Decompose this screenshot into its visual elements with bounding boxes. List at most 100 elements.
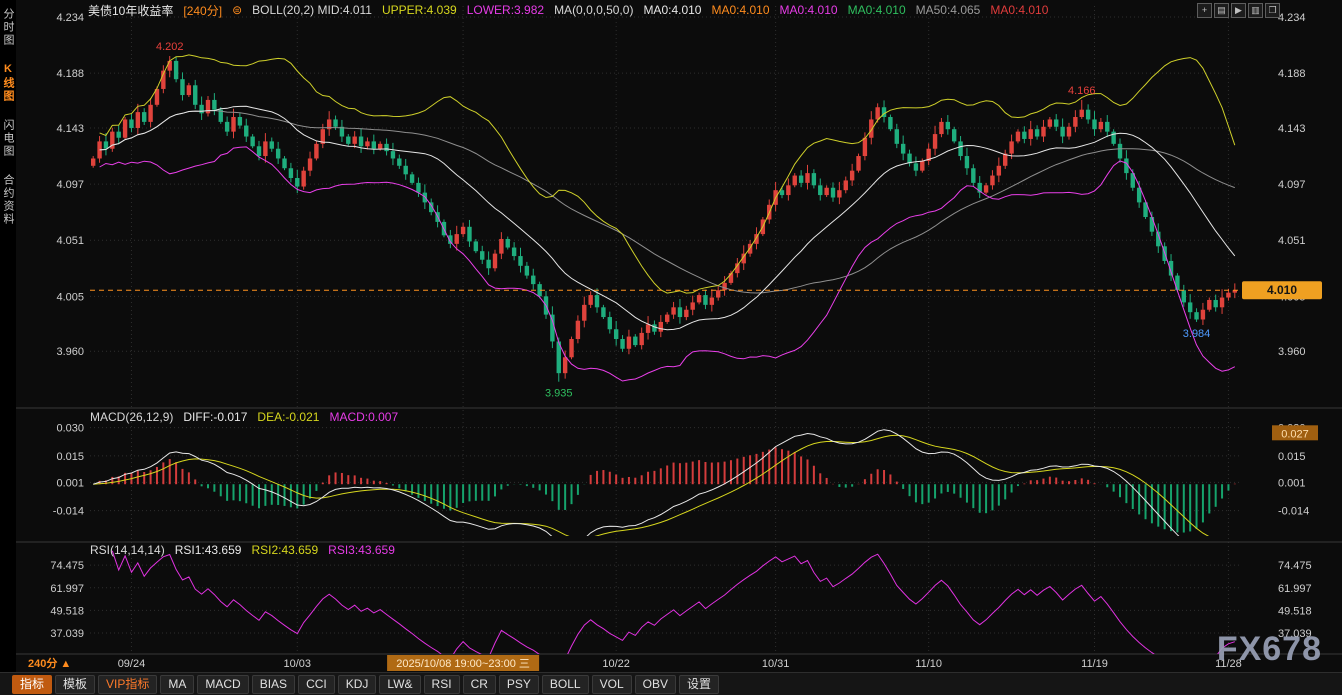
indicator-line: [100, 55, 1235, 293]
chart-text: 4.097: [56, 179, 84, 191]
indicator-line: [100, 111, 1235, 293]
toolbar-tab-1[interactable]: 模板: [55, 675, 95, 694]
chart-text: 0.015: [56, 451, 84, 463]
main-chart-svg[interactable]: 4.234 4.234 4.188 4.188 4.143 4.143 4.097 4.097…: [16, 0, 1342, 672]
chart-text: 74.475: [1278, 560, 1312, 572]
toolbar-tab-12[interactable]: BOLL: [542, 675, 589, 694]
chart-text: 3.984: [1183, 328, 1211, 340]
chart-text: 4.005: [56, 291, 84, 303]
chart-text: 0.015: [1278, 451, 1306, 463]
panel-readout-value: RSI(14,14,14): [90, 543, 165, 557]
indicator-value: MA(0,0,0,50,0): [554, 3, 633, 17]
toolbar-tab-8[interactable]: LW&: [379, 675, 420, 694]
chart-text: 3.960: [1278, 346, 1306, 358]
window-icon-2[interactable]: ▶: [1231, 3, 1246, 18]
chart-text: 4.143: [56, 123, 84, 135]
panel-readout-value: RSI2:43.659: [251, 543, 318, 557]
indicator-line: [100, 147, 1235, 381]
date-axis: 09/24 10/03 2025/10/08 19:00~23:00 三 10/22 1…: [28, 655, 1242, 671]
axis-ticks: 4.234 4.234 4.188 4.188 4.143 4.143 4.097 4.097…: [56, 12, 1305, 358]
window-controls: +▤▶▥❐: [1197, 3, 1280, 18]
window-icon-1[interactable]: ▤: [1214, 3, 1229, 18]
chart-text: 3.960: [56, 346, 84, 358]
sidebar-item-3[interactable]: 合约资料: [1, 174, 15, 226]
toolbar-tab-13[interactable]: VOL: [592, 675, 632, 694]
indicator-value: MA0:4.010: [848, 3, 906, 17]
indicator-value: LOWER:3.982: [467, 3, 544, 17]
toolbar-tab-7[interactable]: KDJ: [338, 675, 377, 694]
indicator-readout: BOLL(20,2) MID:4.011 UPPER:4.039 LOWER:3.9…: [252, 3, 1048, 17]
chart-text: 61.997: [50, 583, 84, 595]
watermark: FX678: [1217, 630, 1322, 669]
panel-readout-value: DEA:-0.021: [257, 410, 319, 424]
chart-text: 11/19: [1081, 658, 1108, 670]
chart-text: 4.143: [1278, 123, 1306, 135]
indicator-value: MA0:4.010: [990, 3, 1048, 17]
left-sidebar: 分时图 K线图闪电图合约资料: [0, 0, 16, 672]
symbol-title: 美债10年收益率: [88, 2, 173, 19]
toolbar-tab-0[interactable]: 指标: [12, 675, 52, 694]
chart-text: 4.051: [56, 235, 84, 247]
chart-text: 61.997: [1278, 583, 1312, 595]
window-icon-4[interactable]: ❐: [1265, 3, 1280, 18]
toolbar-tab-14[interactable]: OBV: [635, 675, 676, 694]
chart-text: 4.097: [1278, 179, 1306, 191]
app-window: 分时图K线图闪电图合约资料 4.2344.2344.1884.1884.1434…: [0, 0, 1342, 695]
toolbar-tab-9[interactable]: RSI: [424, 675, 460, 694]
candlestick-series: [91, 56, 1237, 382]
chart-text: 0.001: [1278, 477, 1306, 489]
toolbar-tab-3[interactable]: MA: [160, 675, 194, 694]
toolbar-tab-10[interactable]: CR: [463, 675, 496, 694]
macd-header: MACD(26,12,9) DIFF:-0.017 DEA:-0.021 MACD:0…: [90, 410, 398, 424]
indicator-value: MA0:4.010: [711, 3, 769, 17]
sidebar-item-1[interactable]: K线图: [1, 63, 15, 103]
chart-text: 0.030: [56, 423, 84, 435]
axis-ticks: 74.475 74.475 61.997 61.997 49.518 49.518 37.0…: [50, 560, 1311, 640]
chart-text: 74.475: [50, 560, 84, 572]
chart-text: 2025/10/08 19:00~23:00 三: [396, 658, 530, 670]
toolbar-tab-15[interactable]: 设置: [679, 675, 719, 694]
chart-text: -0.014: [53, 506, 84, 518]
panel-readout-value: MACD(26,12,9): [90, 410, 173, 424]
chart-text: 37.039: [50, 628, 84, 640]
chart-text: 4.166: [1068, 85, 1096, 97]
toolbar-tab-2[interactable]: VIP指标: [98, 675, 157, 694]
toolbar-tab-11[interactable]: PSY: [499, 675, 539, 694]
chart-text: 4.188: [56, 68, 84, 80]
sidebar-item-0[interactable]: 分时图: [1, 8, 15, 47]
toolbar-tab-4[interactable]: MACD: [197, 675, 248, 694]
toolbar-tab-5[interactable]: BIAS: [252, 675, 295, 694]
chart-text: 10/22: [602, 658, 630, 670]
toolbar-tab-6[interactable]: CCI: [298, 675, 335, 694]
chart-text: 49.518: [1278, 605, 1312, 617]
window-icon-3[interactable]: ▥: [1248, 3, 1263, 18]
chart-text: 4.202: [156, 41, 184, 53]
indicator-value: MA50:4.065: [916, 3, 981, 17]
indicator-line: [100, 106, 1235, 329]
panel-readout-value: DIFF:-0.017: [183, 410, 247, 424]
panel-readout-value: RSI1:43.659: [175, 543, 242, 557]
chart-text: 10/03: [284, 658, 312, 670]
bottom-toolbar: 指标模板VIP指标MAMACDBIASCCIKDJLW&RSICRPSYBOLL…: [0, 672, 1342, 695]
period-label[interactable]: [240分]: [183, 2, 222, 19]
chart-text: -0.014: [1278, 506, 1309, 518]
chart-text: 10/31: [762, 658, 790, 670]
panel-readout-value: MACD:0.007: [329, 410, 398, 424]
pin-icon[interactable]: ⊜: [232, 3, 242, 17]
chart-text: 3.935: [545, 388, 573, 400]
chart-text: 4.010: [1267, 283, 1297, 297]
chart-text: 4.234: [56, 12, 84, 24]
chart-text: 240分 ▲: [28, 656, 71, 670]
indicator-value: MA0:4.010: [780, 3, 838, 17]
chart-text: 09/24: [118, 658, 146, 670]
indicator-value: BOLL(20,2) MID:4.011: [252, 3, 372, 17]
indicator-value: UPPER:4.039: [382, 3, 457, 17]
sidebar-item-2[interactable]: 闪电图: [1, 119, 15, 158]
window-icon-0[interactable]: +: [1197, 3, 1212, 18]
chart-text: 4.234: [1278, 12, 1306, 24]
chart-text: 4.188: [1278, 68, 1306, 80]
chart-text: 0.027: [1281, 428, 1309, 440]
chart-text: 49.518: [50, 605, 84, 617]
chart-text: 0.001: [56, 477, 84, 489]
indicator-value: MA0:4.010: [643, 3, 701, 17]
